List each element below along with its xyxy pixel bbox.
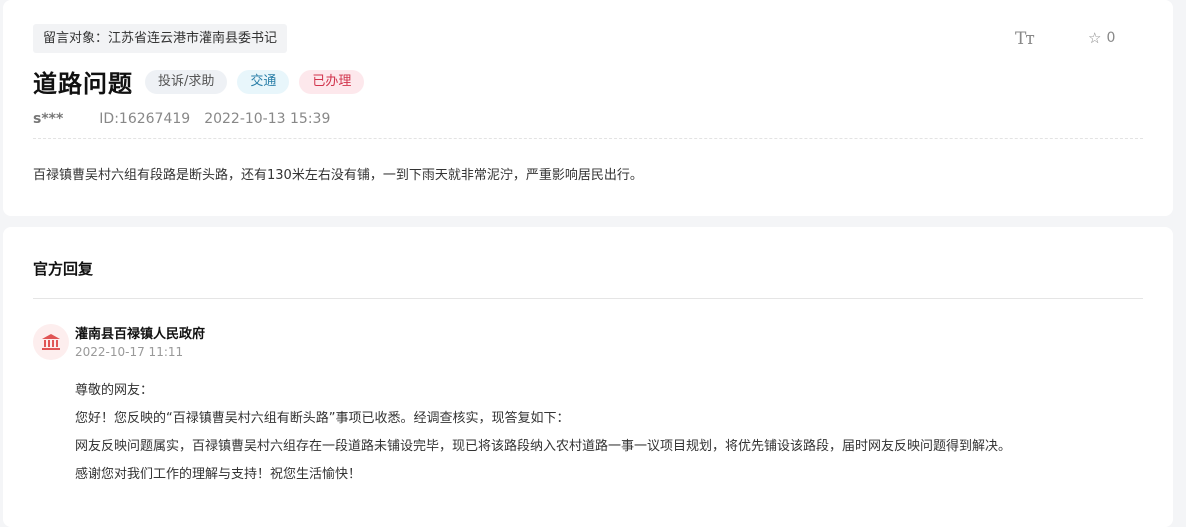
message-meta: s*** ID:16267419 2022-10-13 15:39 bbox=[33, 111, 330, 127]
title-row: 道路问题 投诉/求助 交通 已办理 bbox=[33, 64, 374, 99]
divider bbox=[33, 138, 1143, 139]
reply-body: 尊敬的网友： 您好！您反映的“百禄镇曹吴村六组有断头路”事项已收悉。经调查核实，… bbox=[75, 377, 1011, 489]
favorite-button[interactable]: ☆ 0 bbox=[1088, 29, 1115, 47]
status-badge: 已办理 bbox=[299, 69, 365, 94]
message-time: 2022-10-13 15:39 bbox=[204, 111, 331, 127]
category-tag[interactable]: 投诉/求助 bbox=[145, 69, 228, 94]
message-id: ID:16267419 bbox=[99, 111, 191, 127]
reply-line: 网友反映问题属实，百禄镇曹吴村六组存在一段道路未铺设完毕，现已将该路段纳入农村道… bbox=[75, 439, 1012, 454]
message-card: 留言对象：江苏省连云港市灌南县委书记 Tт ☆ 0 道路问题 投诉/求助 交通 … bbox=[3, 0, 1173, 216]
field-tag[interactable]: 交通 bbox=[237, 69, 290, 94]
government-building-icon bbox=[33, 324, 69, 360]
star-outline-icon: ☆ bbox=[1088, 29, 1102, 47]
favorite-count: 0 bbox=[1106, 30, 1116, 46]
font-size-button[interactable]: Tт bbox=[1015, 29, 1035, 49]
reply-heading: 官方回复 bbox=[33, 260, 94, 278]
reply-line: 您好！您反映的“百禄镇曹吴村六组有断头路”事项已收悉。经调查核实，现答复如下： bbox=[75, 411, 570, 426]
author-name: s*** bbox=[33, 111, 64, 127]
message-target: 留言对象：江苏省连云港市灌南县委书记 bbox=[33, 24, 288, 53]
message-content: 百禄镇曹吴村六组有段路是断头路，还有130米左右没有铺，一到下雨天就非常泥泞，严… bbox=[33, 168, 643, 183]
reply-line: 感谢您对我们工作的理解与支持！祝您生活愉快！ bbox=[75, 467, 362, 482]
org-name: 灌南县百禄镇人民政府 bbox=[75, 327, 206, 342]
reply-line: 尊敬的网友： bbox=[75, 383, 154, 398]
divider bbox=[33, 298, 1143, 299]
official-reply-card: 官方回复 灌南县百禄镇人民政府 2022-10-17 11:11 尊敬的网友： … bbox=[3, 227, 1173, 527]
message-title: 道路问题 bbox=[33, 70, 133, 98]
font-size-icon: Tт bbox=[1015, 29, 1035, 49]
reply-time: 2022-10-17 11:11 bbox=[75, 345, 184, 359]
